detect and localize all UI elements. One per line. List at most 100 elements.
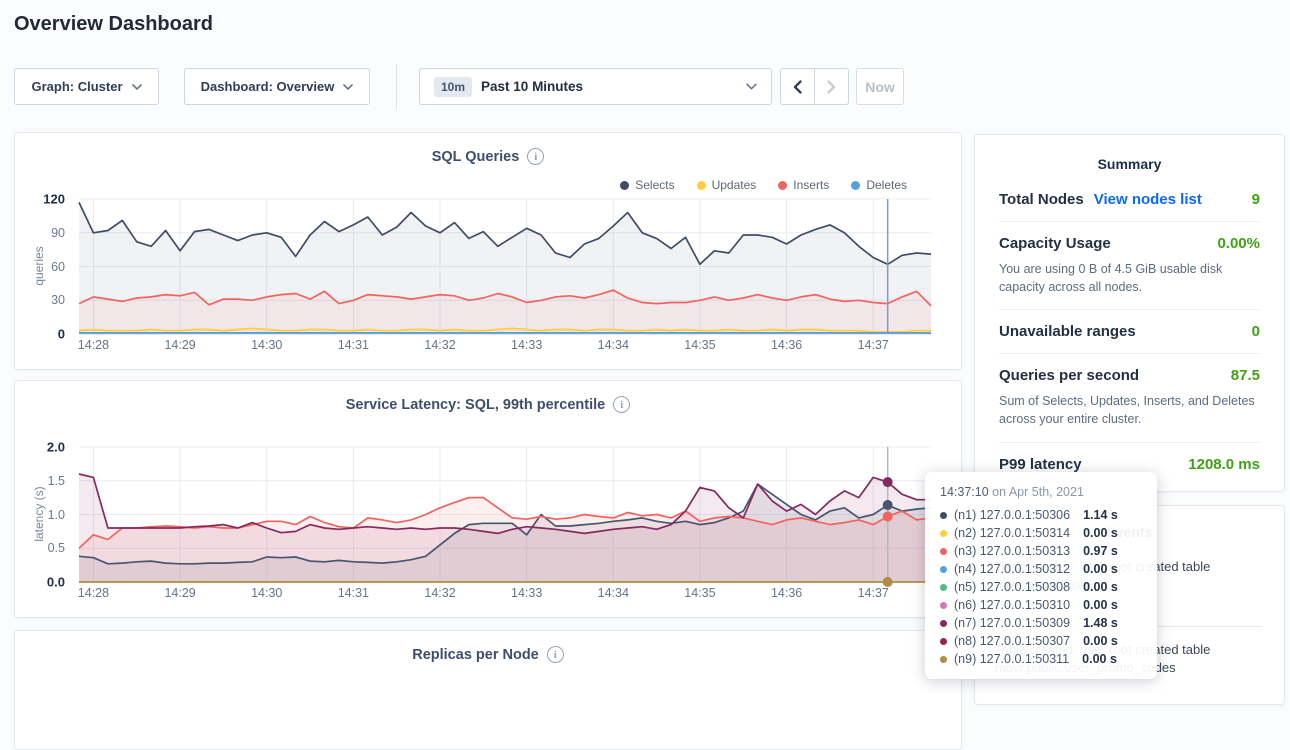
- node-color-dot-icon: [940, 638, 947, 645]
- x-tick-label: 14:37: [851, 338, 895, 352]
- y-axis-ticks: 0306090120: [21, 199, 73, 334]
- node-color-dot-icon: [940, 566, 947, 573]
- node-latency-value: 0.00 s: [1083, 580, 1118, 594]
- x-tick-label: 14:28: [71, 586, 115, 600]
- view-nodes-list-link[interactable]: View nodes list: [1094, 191, 1202, 208]
- replicas-per-node-title: Replicas per Node i: [15, 646, 961, 663]
- dashboard-dropdown[interactable]: Dashboard: Overview: [184, 68, 370, 105]
- y-tick-label: 0.0: [47, 575, 65, 590]
- x-tick-label: 14:30: [245, 338, 289, 352]
- p99-latency-label: P99 latency: [999, 456, 1082, 473]
- summary-capacity-row: Capacity Usage 0.00% You are using 0 B o…: [999, 221, 1260, 309]
- latency-svg: [79, 447, 931, 582]
- total-nodes-label: Total Nodes: [999, 191, 1084, 208]
- chevron-right-icon: [827, 80, 836, 94]
- node-color-dot-icon: [940, 656, 947, 663]
- x-tick-label: 14:35: [678, 338, 722, 352]
- total-nodes-value: 9: [1252, 191, 1260, 208]
- info-icon[interactable]: i: [547, 646, 564, 663]
- qps-value: 87.5: [1231, 367, 1260, 384]
- info-icon[interactable]: i: [613, 396, 630, 413]
- y-tick-label: 0.5: [48, 541, 65, 555]
- capacity-value: 0.00%: [1217, 235, 1260, 252]
- legend-dot-icon: [620, 181, 629, 190]
- service-latency-panel: Service Latency: SQL, 99th percentile i …: [14, 380, 962, 618]
- time-range-now-button[interactable]: Now: [856, 68, 904, 105]
- tooltip-node-row: (n4) 127.0.0.1:50312 0.00 s: [940, 560, 1142, 578]
- chevron-down-icon: [132, 84, 142, 90]
- service-latency-title: Service Latency: SQL, 99th percentile i: [15, 396, 961, 413]
- legend-item-deletes[interactable]: Deletes: [851, 178, 907, 192]
- sql-queries-chart[interactable]: [79, 199, 931, 334]
- x-tick-label: 14:35: [678, 586, 722, 600]
- sql-queries-title: SQL Queries i: [15, 148, 961, 165]
- info-icon[interactable]: i: [527, 148, 544, 165]
- node-address: (n7) 127.0.0.1:50309: [954, 616, 1070, 630]
- chart-title-text: Service Latency: SQL, 99th percentile: [346, 397, 606, 413]
- unavailable-ranges-value: 0: [1252, 323, 1260, 340]
- x-tick-label: 14:36: [765, 338, 809, 352]
- graph-scope-dropdown[interactable]: Graph: Cluster: [14, 68, 159, 105]
- legend-dot-icon: [851, 181, 860, 190]
- x-tick-label: 14:33: [505, 586, 549, 600]
- x-tick-label: 14:32: [418, 338, 462, 352]
- node-address: (n2) 127.0.0.1:50314: [954, 526, 1070, 540]
- toolbar-divider: [396, 64, 397, 109]
- node-address: (n9) 127.0.0.1:50311: [954, 652, 1069, 666]
- service-latency-chart[interactable]: [79, 447, 931, 582]
- node-latency-value: 0.00 s: [1083, 634, 1118, 648]
- node-address: (n3) 127.0.0.1:50313: [954, 544, 1070, 558]
- legend-item-inserts[interactable]: Inserts: [778, 178, 829, 192]
- node-address: (n1) 127.0.0.1:50306: [954, 508, 1070, 522]
- x-tick-label: 14:34: [591, 338, 635, 352]
- node-address: (n8) 127.0.0.1:50307: [954, 634, 1070, 648]
- y-tick-label: 0: [58, 327, 65, 342]
- capacity-description: You are using 0 B of 4.5 GiB usable disk…: [999, 260, 1260, 296]
- y-axis-ticks: 0.00.51.01.52.0: [21, 447, 73, 582]
- p99-latency-value: 1208.0 ms: [1188, 456, 1260, 473]
- node-color-dot-icon: [940, 512, 947, 519]
- tooltip-node-row: (n3) 127.0.0.1:50313 0.97 s: [940, 542, 1142, 560]
- tooltip-node-row: (n7) 127.0.0.1:50309 1.48 s: [940, 614, 1142, 632]
- sql-queries-legend: Selects Updates Inserts Deletes: [620, 178, 907, 192]
- node-color-dot-icon: [940, 620, 947, 627]
- x-tick-label: 14:30: [245, 586, 289, 600]
- legend-dot-icon: [697, 181, 706, 190]
- x-tick-label: 14:29: [158, 338, 202, 352]
- summary-total-nodes-row: Total Nodes View nodes list 9: [999, 178, 1260, 221]
- summary-panel: Summary Total Nodes View nodes list 9 Ca…: [974, 134, 1285, 492]
- node-latency-value: 1.14 s: [1083, 508, 1118, 522]
- chart-hover-tooltip: 14:37:10 on Apr 5th, 2021 (n1) 127.0.0.1…: [925, 472, 1157, 679]
- legend-item-updates[interactable]: Updates: [697, 178, 757, 192]
- node-latency-value: 0.00 s: [1083, 562, 1118, 576]
- tooltip-node-row: (n9) 127.0.0.1:50311 0.00 s: [940, 650, 1142, 668]
- summary-unavailable-row: Unavailable ranges 0: [999, 309, 1260, 353]
- node-address: (n5) 127.0.0.1:50308: [954, 580, 1070, 594]
- node-color-dot-icon: [940, 602, 947, 609]
- legend-item-selects[interactable]: Selects: [620, 178, 674, 192]
- x-tick-label: 14:34: [591, 586, 635, 600]
- node-latency-value: 0.97 s: [1083, 544, 1118, 558]
- time-range-next-button[interactable]: [814, 68, 849, 105]
- node-color-dot-icon: [940, 530, 947, 537]
- replicas-per-node-panel: Replicas per Node i: [14, 630, 962, 750]
- legend-label: Updates: [712, 178, 757, 192]
- summary-qps-row: Queries per second 87.5 Sum of Selects, …: [999, 353, 1260, 441]
- node-address: (n4) 127.0.0.1:50312: [954, 562, 1070, 576]
- tooltip-node-row: (n5) 127.0.0.1:50308 0.00 s: [940, 578, 1142, 596]
- overview-dashboard-page: Overview Dashboard Graph: Cluster Dashbo…: [0, 0, 1290, 689]
- x-tick-label: 14:37: [851, 586, 895, 600]
- node-latency-value: 0.00 s: [1083, 598, 1118, 612]
- node-latency-value: 1.48 s: [1083, 616, 1118, 630]
- time-range-dropdown[interactable]: 10m Past 10 Minutes: [419, 68, 772, 105]
- chevron-down-icon: [343, 84, 353, 90]
- legend-label: Selects: [635, 178, 674, 192]
- time-range-label: Past 10 Minutes: [481, 79, 583, 94]
- time-range-prev-button[interactable]: [780, 68, 815, 105]
- chevron-left-icon: [793, 80, 802, 94]
- node-latency-value: 0.00 s: [1082, 652, 1117, 666]
- summary-title: Summary: [999, 156, 1260, 172]
- qps-label: Queries per second: [999, 367, 1139, 384]
- sql-queries-panel: SQL Queries i Selects Updates Inserts Delet…: [14, 132, 962, 370]
- x-tick-label: 14:29: [158, 586, 202, 600]
